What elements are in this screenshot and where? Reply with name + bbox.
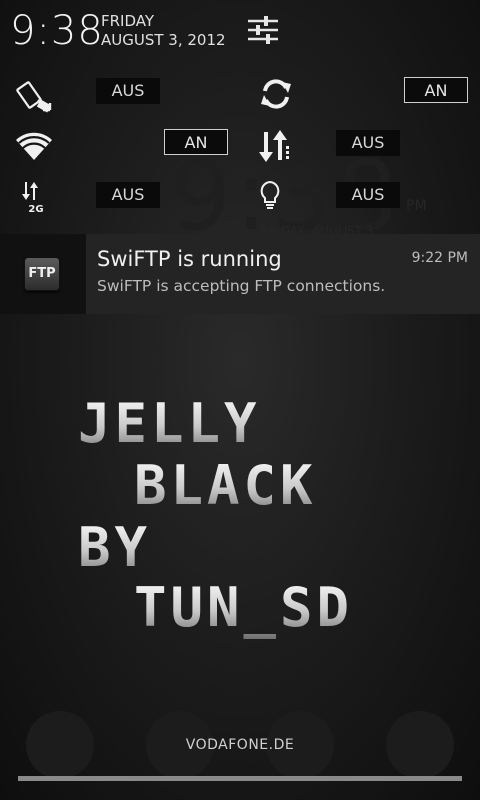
date: AUGUST 3, 2012 bbox=[101, 31, 226, 49]
quick-toggles: AUS AN AN AUS 2G AUS AUS bbox=[0, 64, 480, 234]
jelly-black-logo: JELLY BLACK BY TUN_SD bbox=[78, 392, 353, 639]
carrier-label: VODAFONE.DE bbox=[185, 737, 295, 753]
notification-title: SwiFTP is running bbox=[97, 247, 282, 271]
settings-sliders-icon[interactable] bbox=[246, 14, 280, 46]
2g-network-icon[interactable]: 2G bbox=[16, 178, 56, 218]
notification-icon-area: FTP bbox=[0, 234, 86, 314]
toggle-wifi-state[interactable]: AN bbox=[164, 129, 228, 155]
toggle-sync-state[interactable]: AN bbox=[404, 77, 468, 103]
ftp-icon: FTP bbox=[25, 258, 59, 290]
logo-line-4: TUN_SD bbox=[134, 576, 353, 639]
wifi-icon[interactable] bbox=[14, 126, 54, 166]
logo-line-1: JELLY bbox=[78, 392, 261, 455]
weekday: FRIDAY bbox=[101, 12, 155, 30]
auto-rotate-icon[interactable] bbox=[16, 76, 56, 116]
toggle-2g-state[interactable]: AUS bbox=[96, 182, 160, 208]
toggle-data-state[interactable]: AUS bbox=[336, 130, 400, 156]
toggle-flashlight-state[interactable]: AUS bbox=[336, 182, 400, 208]
sync-icon[interactable] bbox=[256, 74, 296, 114]
flashlight-icon[interactable] bbox=[250, 176, 290, 216]
notification-swiftp[interactable]: FTP SwiFTP is running 9:22 PM SwiFTP is … bbox=[0, 234, 480, 314]
notification-text: SwiFTP is accepting FTP connections. bbox=[97, 277, 386, 295]
logo-line-2: BLACK bbox=[134, 454, 317, 517]
shade-drag-handle[interactable] bbox=[18, 776, 462, 781]
svg-text:2G: 2G bbox=[28, 204, 43, 215]
logo-line-3: BY bbox=[78, 516, 151, 579]
notification-time: 9:22 PM bbox=[411, 250, 468, 266]
toggle-rotate-state[interactable]: AUS bbox=[96, 78, 160, 104]
clock: 9:38 bbox=[10, 8, 104, 54]
notification-header: 9:38 FRIDAY AUGUST 3, 2012 bbox=[0, 0, 480, 64]
mobile-data-icon[interactable] bbox=[256, 126, 296, 166]
